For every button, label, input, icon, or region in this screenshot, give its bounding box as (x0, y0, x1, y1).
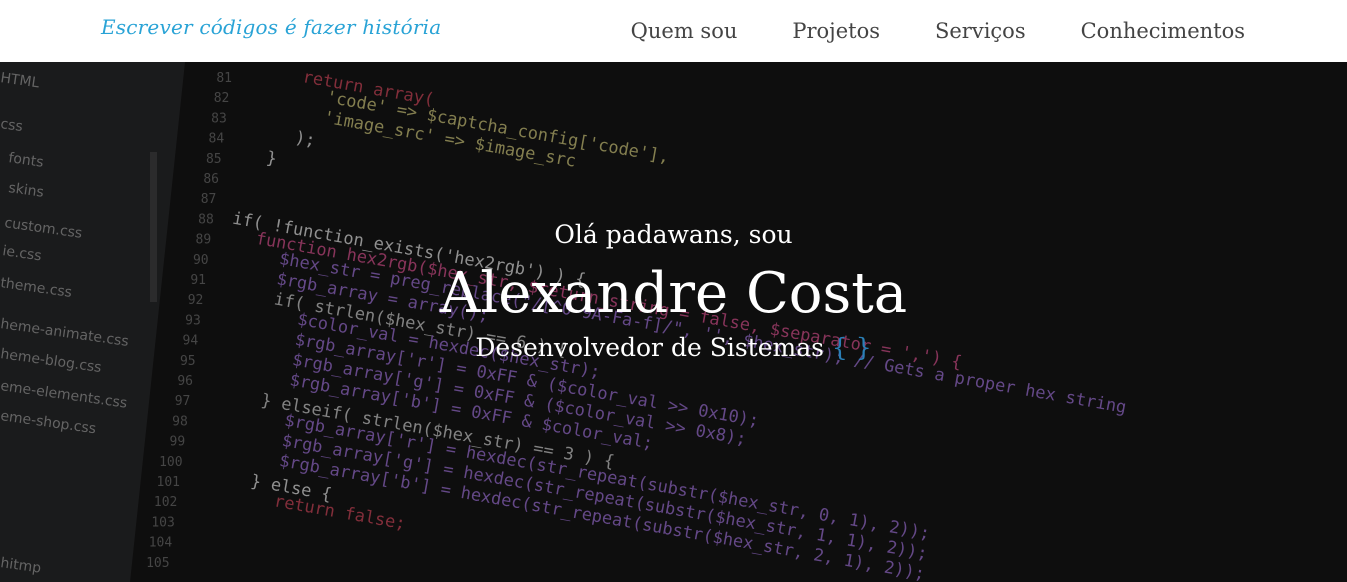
nav-item-conhecimentos[interactable]: Conhecimentos (1081, 19, 1245, 43)
main-nav: Quem sou Projetos Serviços Conhecimentos (576, 0, 1245, 62)
hero-name: Alexandre Costa (439, 261, 908, 326)
hero-role: Desenvolvedor de Sistemas { } (0, 333, 1347, 362)
hero-greeting: Olá padawans, sou (554, 220, 793, 249)
nav-item-servicos[interactable]: Serviços (935, 19, 1026, 43)
nav-item-quem-sou[interactable]: Quem sou (631, 19, 738, 43)
curly-braces-icon: { } (831, 333, 872, 362)
hero-role-text: Desenvolvedor de Sistemas (475, 333, 824, 362)
top-navbar: Escrever códigos é fazer história Quem s… (0, 0, 1347, 62)
nav-item-projetos[interactable]: Projetos (792, 19, 880, 43)
hero-text-block: Olá padawans, sou Alexandre Costa Desenv… (0, 62, 1347, 582)
brand-tagline[interactable]: Escrever códigos é fazer história (101, 15, 441, 39)
hero-section: HTML css fonts skins custom.css ie.css theme.c… (0, 62, 1347, 582)
